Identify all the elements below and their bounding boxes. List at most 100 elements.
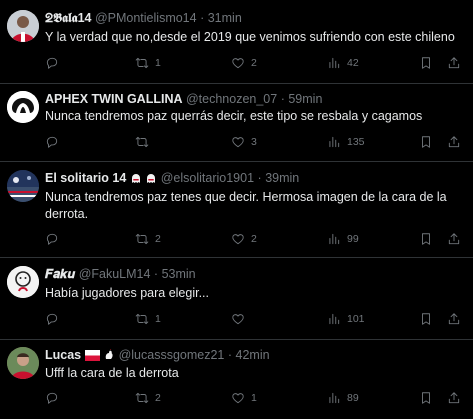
views-button[interactable]: 89 — [327, 390, 359, 406]
avatar[interactable] — [7, 347, 39, 379]
like-icon — [232, 58, 244, 69]
timestamp[interactable]: 59min — [288, 92, 322, 106]
bookmark-button[interactable] — [419, 390, 433, 406]
tweet[interactable]: ᘖ𝕭𝖆𝖑𝖆14 @PMontielismo14 · 31min Y la ver… — [0, 0, 473, 84]
like-button[interactable]: 3 — [231, 134, 257, 150]
tweet-actions: 1 2 42 — [45, 55, 465, 71]
views-button[interactable]: 101 — [327, 311, 365, 327]
tweet-actions: 2 1 89 — [45, 390, 465, 406]
timestamp[interactable]: 31min — [208, 11, 242, 25]
tweet-header: 𝑭𝒂𝒌𝒖 @FakuLM14 · 53min — [45, 266, 196, 282]
timestamp[interactable]: 42min — [236, 348, 270, 362]
avatar[interactable] — [7, 10, 39, 42]
user-handle[interactable]: @technozen_07 — [186, 92, 277, 106]
reply-icon — [46, 136, 58, 148]
reply-button[interactable] — [45, 231, 65, 247]
share-button[interactable] — [447, 390, 461, 406]
user-handle[interactable]: @PMontielismo14 — [95, 11, 197, 25]
tweet-actions: 1 101 — [45, 311, 465, 327]
retweet-count: 1 — [155, 57, 161, 69]
reply-button[interactable] — [45, 55, 65, 71]
like-count: 2 — [251, 233, 257, 245]
view-count: 135 — [347, 136, 365, 148]
bookmark-icon — [422, 136, 430, 148]
user-handle[interactable]: @FakuLM14 — [79, 267, 151, 281]
ghost-emoji-icon — [130, 172, 142, 188]
tweet-header: ᘖ𝕭𝖆𝖑𝖆14 @PMontielismo14 · 31min — [45, 10, 242, 26]
like-icon — [232, 314, 244, 325]
view-count: 99 — [347, 233, 359, 245]
avatar[interactable] — [7, 266, 39, 298]
user-handle[interactable]: @elsolitario1901 — [161, 171, 254, 185]
bookmark-button[interactable] — [419, 231, 433, 247]
like-icon — [232, 137, 244, 148]
bookmark-button[interactable] — [419, 134, 433, 150]
retweet-button[interactable]: 1 — [135, 55, 161, 71]
reply-button[interactable] — [45, 311, 65, 327]
display-name[interactable]: Lucas — [45, 348, 81, 362]
tweet[interactable]: Lucas @lucasssgomez21 · 42min Ufff la ca… — [0, 340, 473, 419]
retweet-icon — [135, 136, 149, 148]
user-handle[interactable]: @lucasssgomez21 — [119, 348, 225, 362]
like-button[interactable]: 2 — [231, 55, 257, 71]
retweet-count: 1 — [155, 313, 161, 325]
display-name[interactable]: APHEX TWIN GALLINA — [45, 92, 183, 106]
share-icon — [448, 136, 460, 148]
tweet-actions: 2 2 99 — [45, 231, 465, 247]
avatar[interactable] — [7, 91, 39, 123]
retweet-icon — [135, 313, 149, 325]
tweet-actions: 3 135 — [45, 134, 465, 150]
reply-icon — [46, 313, 58, 325]
share-button[interactable] — [447, 231, 461, 247]
tweet-header: El solitario 14 @elsolitario1901 · 39min — [45, 170, 299, 186]
bookmark-button[interactable] — [419, 55, 433, 71]
tweet-text: Nunca tendremos paz tenes que decir. Her… — [45, 190, 447, 221]
like-count: 2 — [251, 57, 257, 69]
retweet-button[interactable]: 2 — [135, 231, 161, 247]
reply-button[interactable] — [45, 390, 65, 406]
tweet-text: Nunca tendremos paz querrás decir, este … — [45, 109, 423, 123]
bookmark-icon — [422, 57, 430, 69]
like-button[interactable]: 1 — [231, 390, 257, 406]
like-count: 3 — [251, 136, 257, 148]
separator: · — [153, 267, 159, 281]
views-icon — [329, 136, 340, 148]
views-button[interactable]: 135 — [327, 134, 365, 150]
like-icon — [232, 393, 244, 404]
bookmark-button[interactable] — [419, 311, 433, 327]
poland-flag-icon — [84, 349, 100, 365]
retweet-button[interactable]: 1 — [135, 311, 161, 327]
like-button[interactable] — [231, 311, 251, 327]
separator: · — [227, 348, 233, 362]
avatar[interactable] — [7, 170, 39, 202]
tweet-header: APHEX TWIN GALLINA @technozen_07 · 59min — [45, 91, 322, 107]
reply-icon — [46, 233, 58, 245]
retweet-button[interactable]: 2 — [135, 390, 161, 406]
reply-button[interactable] — [45, 134, 65, 150]
share-icon — [448, 233, 460, 245]
views-icon — [329, 57, 340, 69]
share-icon — [448, 57, 460, 69]
views-button[interactable]: 42 — [327, 55, 359, 71]
view-count: 89 — [347, 392, 359, 404]
tweet[interactable]: APHEX TWIN GALLINA @technozen_07 · 59min… — [0, 84, 473, 162]
tweet[interactable]: 𝑭𝒂𝒌𝒖 @FakuLM14 · 53min Había jugadores p… — [0, 258, 473, 340]
views-button[interactable]: 99 — [327, 231, 359, 247]
bookmark-icon — [422, 392, 430, 404]
retweet-button[interactable] — [135, 134, 155, 150]
separator: · — [200, 11, 205, 25]
display-name[interactable]: 𝑭𝒂𝒌𝒖 — [45, 267, 75, 281]
retweet-icon — [135, 57, 149, 69]
tweet-text: Y la verdad que no,desde el 2019 que ven… — [45, 30, 455, 44]
retweet-count: 2 — [155, 392, 161, 404]
tweet[interactable]: El solitario 14 @elsolitario1901 · 39min… — [0, 162, 473, 258]
like-button[interactable]: 2 — [231, 231, 257, 247]
tweet-text: Ufff la cara de la derrota — [45, 366, 179, 380]
share-button[interactable] — [447, 134, 461, 150]
display-name[interactable]: ᘖ𝕭𝖆𝖑𝖆14 — [45, 11, 91, 25]
timestamp[interactable]: 39min — [265, 171, 299, 185]
share-button[interactable] — [447, 311, 461, 327]
share-button[interactable] — [447, 55, 461, 71]
display-name[interactable]: El solitario 14 — [45, 171, 126, 185]
timestamp[interactable]: 53min — [162, 267, 196, 281]
